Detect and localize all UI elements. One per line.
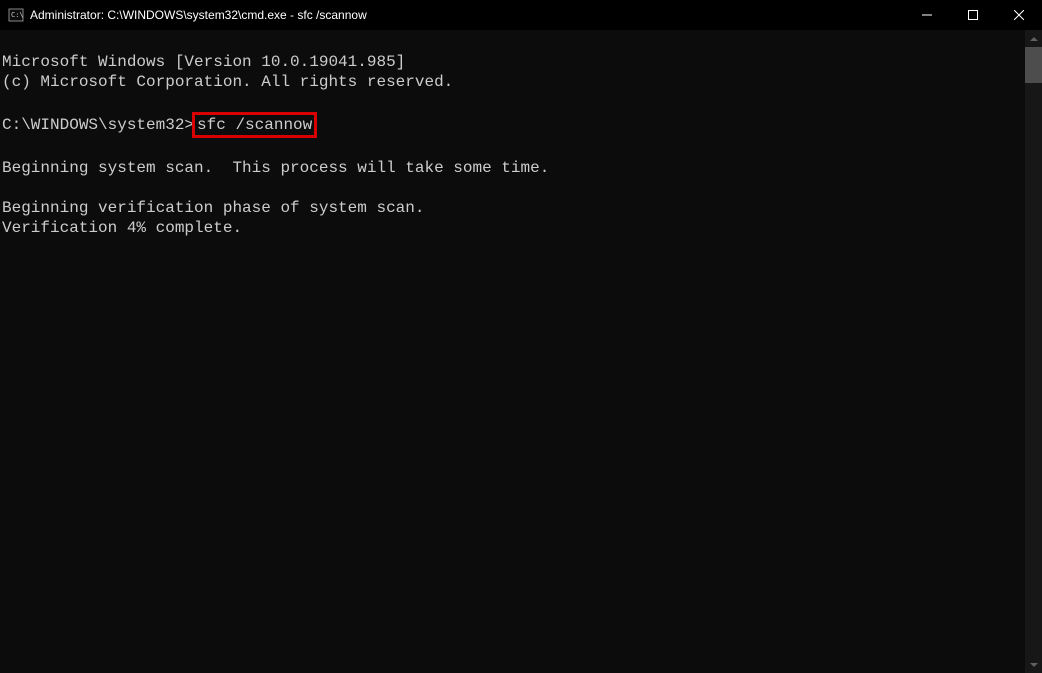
scroll-track[interactable]: [1025, 47, 1042, 656]
prompt-text: C:\WINDOWS\system32>: [2, 116, 194, 134]
window-controls: [904, 0, 1042, 30]
cmd-window: C:\ Administrator: C:\WINDOWS\system32\c…: [0, 0, 1042, 673]
terminal-output[interactable]: Microsoft Windows [Version 10.0.19041.98…: [0, 30, 1025, 673]
scroll-thumb[interactable]: [1025, 47, 1042, 83]
output-line: (c) Microsoft Corporation. All rights re…: [2, 73, 453, 91]
command-text: sfc /scannow: [197, 116, 312, 134]
prompt-line: C:\WINDOWS\system32>sfc /scannow: [2, 116, 315, 134]
svg-text:C:\: C:\: [11, 11, 24, 19]
command-highlight: sfc /scannow: [192, 112, 317, 138]
maximize-button[interactable]: [950, 0, 996, 30]
content-area: Microsoft Windows [Version 10.0.19041.98…: [0, 30, 1042, 673]
close-button[interactable]: [996, 0, 1042, 30]
minimize-button[interactable]: [904, 0, 950, 30]
scroll-down-arrow[interactable]: [1025, 656, 1042, 673]
output-line: Beginning verification phase of system s…: [2, 199, 424, 217]
output-line: Microsoft Windows [Version 10.0.19041.98…: [2, 53, 405, 71]
titlebar[interactable]: C:\ Administrator: C:\WINDOWS\system32\c…: [0, 0, 1042, 30]
output-line: Verification 4% complete.: [2, 219, 242, 237]
output-line: Beginning system scan. This process will…: [2, 159, 549, 177]
vertical-scrollbar[interactable]: [1025, 30, 1042, 673]
cmd-icon: C:\: [8, 7, 24, 23]
scroll-up-arrow[interactable]: [1025, 30, 1042, 47]
window-title: Administrator: C:\WINDOWS\system32\cmd.e…: [30, 8, 904, 22]
